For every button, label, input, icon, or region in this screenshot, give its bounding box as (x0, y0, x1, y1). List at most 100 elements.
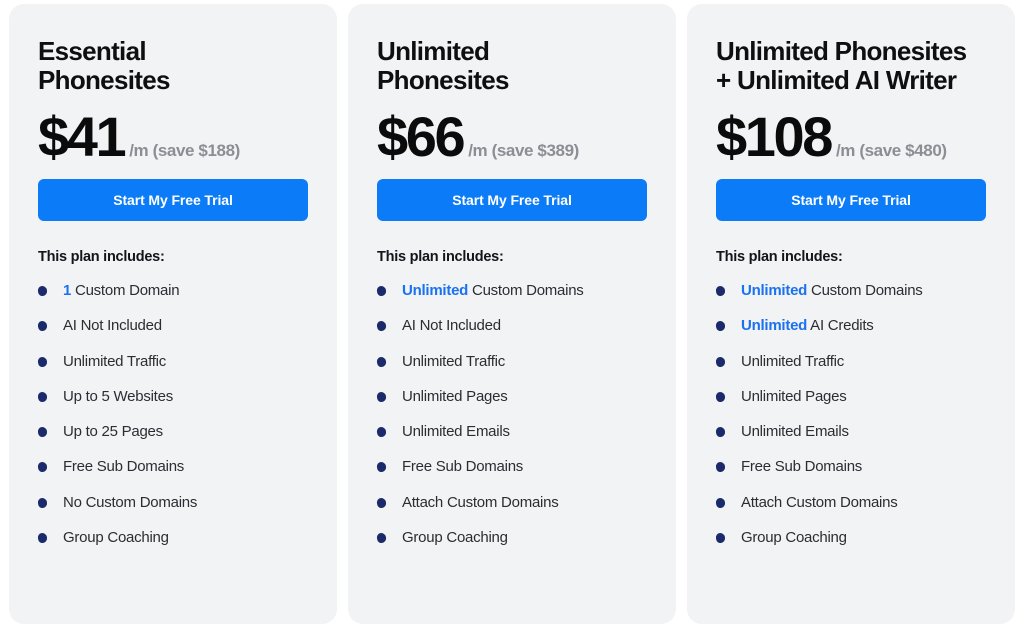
bullet-point-icon (37, 461, 48, 474)
feature-item: No Custom Domains (37, 493, 308, 511)
feature-highlight: 1 (63, 282, 72, 300)
bullet-point-icon (376, 497, 387, 509)
start-free-trial-button[interactable]: Start My Free Trial (377, 179, 647, 222)
feature-item: AI Not Included (376, 317, 647, 335)
feature-item: Unlimited Custom Domains (715, 282, 986, 300)
bullet-point-icon (37, 285, 48, 297)
feature-label: Unlimited Pages (741, 387, 847, 405)
feature-label: Group Coaching (741, 528, 847, 546)
feature-item: Unlimited Traffic (376, 352, 647, 370)
feature-list: Unlimited Custom Domains AI Not Included U… (376, 282, 647, 546)
plan-price-amount: $41 (38, 105, 127, 169)
feature-label: Unlimited Traffic (402, 352, 506, 370)
feature-list: Unlimited Custom Domains Unlimited AI Cre… (715, 282, 986, 546)
feature-label: Group Coaching (402, 528, 508, 546)
pricing-table: Essential Phonesites $41 /m (save $188) … (0, 0, 1024, 629)
plan-includes-label: This plan includes: (716, 249, 843, 266)
feature-item: Unlimited AI Credits (715, 317, 986, 335)
bullet-point-icon (37, 497, 48, 509)
start-free-trial-button[interactable]: Start My Free Trial (716, 179, 986, 222)
feature-list: 1 Custom Domain AI Not Included Unlimited … (37, 282, 308, 546)
bullet-point-icon (715, 356, 726, 368)
feature-highlight: Unlimited (402, 282, 469, 300)
plan-title: Unlimited Phonesites + Unlimited AI Writ… (716, 36, 967, 96)
feature-label: Attach Custom Domains (402, 493, 559, 511)
feature-label: Free Sub Domains (402, 458, 524, 476)
bullet-point-icon (376, 285, 387, 297)
bullet-point-icon (376, 532, 387, 544)
feature-item: Free Sub Domains (376, 458, 647, 476)
feature-item: AI Not Included (37, 317, 308, 335)
bullet-point-icon (376, 391, 387, 403)
feature-label: Unlimited Emails (402, 423, 510, 441)
feature-label: Attach Custom Domains (741, 493, 898, 511)
feature-label: Free Sub Domains (741, 458, 863, 476)
feature-label: Unlimited Emails (741, 423, 849, 441)
feature-label: Unlimited Traffic (63, 352, 167, 370)
start-free-trial-button[interactable]: Start My Free Trial (38, 179, 308, 222)
feature-label: Unlimited Custom Domains (402, 282, 584, 300)
feature-label: Up to 25 Pages (63, 423, 163, 441)
bullet-point-icon (715, 391, 726, 403)
plan-price-amount: $66 (377, 105, 466, 169)
plan-includes-label: This plan includes: (377, 249, 504, 266)
bullet-point-icon (376, 356, 387, 368)
feature-item: Group Coaching (376, 528, 647, 546)
bullet-point-icon (37, 320, 48, 333)
plan-price-row: $66 /m (save $389) (377, 109, 647, 165)
feature-item: Unlimited Custom Domains (376, 282, 647, 300)
feature-item: 1 Custom Domain (37, 282, 308, 300)
plan-card-unlimited-phonesites-plus-ai-writer: Unlimited Phonesites + Unlimited AI Writ… (687, 4, 1015, 624)
plan-price-row: $41 /m (save $188) (38, 109, 308, 165)
plan-price-suffix: /m (save $188) (129, 141, 240, 161)
bullet-point-icon (715, 285, 726, 297)
feature-item: Free Sub Domains (715, 458, 986, 476)
plan-price-row: $108 /m (save $480) (716, 109, 986, 165)
bullet-point-icon (715, 461, 726, 474)
plan-price-amount: $108 (716, 105, 833, 169)
feature-label: Unlimited Traffic (741, 352, 845, 370)
feature-highlight: Unlimited (741, 317, 808, 335)
feature-item: Attach Custom Domains (715, 493, 986, 511)
plan-price-suffix: /m (save $480) (835, 141, 947, 161)
feature-label: Unlimited Custom Domains (741, 282, 923, 300)
bullet-point-icon (37, 532, 48, 544)
feature-item: Group Coaching (715, 528, 986, 546)
feature-item: Unlimited Traffic (37, 352, 308, 370)
bullet-point-icon (376, 461, 387, 474)
feature-item: Unlimited Traffic (715, 352, 986, 370)
plan-card-unlimited-phonesites: Unlimited Phonesites $66 /m (save $389) … (348, 4, 676, 624)
plan-title: Essential Phonesites (38, 36, 170, 96)
feature-label: AI Not Included (63, 317, 162, 335)
bullet-point-icon (376, 426, 387, 438)
feature-label: Group Coaching (63, 528, 169, 546)
feature-item: Attach Custom Domains (376, 493, 647, 511)
bullet-point-icon (37, 356, 48, 368)
feature-item: Unlimited Pages (715, 387, 986, 405)
feature-item: Unlimited Pages (376, 387, 647, 405)
feature-item: Up to 25 Pages (37, 423, 308, 441)
feature-item: Unlimited Emails (376, 423, 647, 441)
feature-label: AI Not Included (402, 317, 501, 335)
bullet-point-icon (376, 320, 387, 333)
bullet-point-icon (715, 426, 726, 438)
feature-label: No Custom Domains (63, 493, 198, 511)
feature-label: 1 Custom Domain (63, 282, 180, 300)
feature-label: Unlimited AI Credits (741, 317, 874, 335)
plan-price-suffix: /m (save $389) (468, 141, 579, 161)
feature-item: Unlimited Emails (715, 423, 986, 441)
feature-label: Free Sub Domains (63, 458, 185, 476)
plan-includes-label: This plan includes: (38, 249, 165, 266)
feature-highlight: Unlimited (741, 282, 808, 300)
feature-label: Up to 5 Websites (63, 387, 173, 405)
feature-label: Unlimited Pages (402, 387, 508, 405)
feature-item: Free Sub Domains (37, 458, 308, 476)
bullet-point-icon (715, 532, 726, 544)
bullet-point-icon (715, 497, 726, 509)
bullet-point-icon (715, 320, 726, 333)
bullet-point-icon (37, 391, 48, 403)
bullet-point-icon (37, 426, 48, 438)
plan-card-essential-phonesites: Essential Phonesites $41 /m (save $188) … (9, 4, 337, 624)
feature-item: Group Coaching (37, 528, 308, 546)
plan-title: Unlimited Phonesites (377, 36, 509, 96)
